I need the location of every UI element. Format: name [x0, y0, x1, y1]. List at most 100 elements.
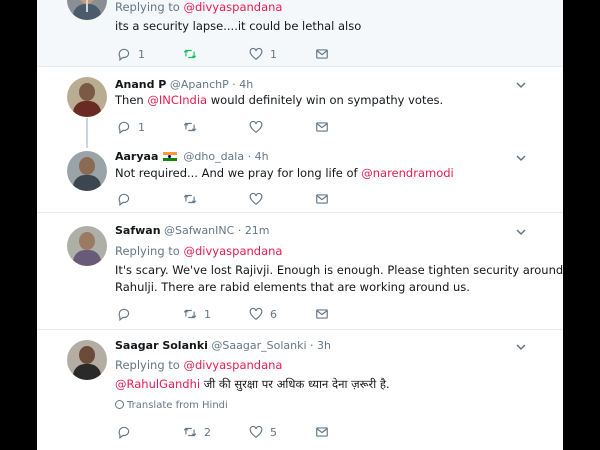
- direct-message-button[interactable]: [315, 119, 329, 135]
- like-button[interactable]: [249, 191, 263, 207]
- heart-icon: [249, 47, 263, 60]
- like-button[interactable]: [249, 119, 270, 135]
- heart-icon: [249, 307, 263, 320]
- heart-icon: [249, 120, 263, 133]
- envelope-icon: [316, 194, 328, 204]
- tweet-text: Then @INCIndia would definitely win on s…: [115, 93, 444, 107]
- heart-icon: [249, 425, 263, 438]
- tweet-reply[interactable]: Saagar Solanki @Saagar_Solanki · 3h Repl…: [37, 330, 563, 450]
- reply-button[interactable]: 1: [117, 119, 145, 135]
- retweet-button[interactable]: 2: [183, 424, 211, 440]
- tweet-reply[interactable]: Replying to @divyaspandana its a securit…: [37, 0, 563, 66]
- replying-to: Replying to @divyaspandana: [115, 244, 283, 258]
- replying-to: Replying to @divyaspandana: [115, 0, 283, 14]
- reply-icon: [118, 121, 130, 134]
- reply-icon: [118, 308, 130, 321]
- tweet-reply[interactable]: Safwan @SafwanINC · 21m Replying to @div…: [37, 213, 563, 329]
- reply-icon: [118, 48, 130, 61]
- avatar[interactable]: [67, 340, 107, 380]
- retweet-icon: [183, 427, 197, 437]
- like-count: 1: [270, 47, 277, 61]
- reply-icon: [118, 426, 130, 439]
- tweet-header: Saagar Solanki @Saagar_Solanki · 3h: [115, 339, 332, 352]
- chevron-down-icon[interactable]: [515, 152, 527, 164]
- chevron-down-icon[interactable]: [515, 226, 527, 238]
- tweet-reply[interactable]: Aaryaa @dho_dala · 4h Not required... An…: [37, 146, 563, 212]
- like-count: 5: [270, 425, 277, 439]
- mention-link[interactable]: @narendramodi: [361, 166, 453, 180]
- heart-icon: [249, 192, 263, 205]
- envelope-icon: [316, 427, 328, 437]
- reply-timeline: Replying to @divyaspandana its a securit…: [37, 0, 563, 450]
- direct-message-button[interactable]: [315, 424, 329, 440]
- direct-message-button[interactable]: [315, 191, 329, 207]
- user-handle[interactable]: @dho_dala: [183, 150, 244, 163]
- tweet-header: Anand P @ApanchP · 4h: [115, 78, 254, 91]
- tweet-actions: 2 5: [117, 424, 417, 440]
- envelope-icon: [316, 309, 328, 319]
- reply-count: 1: [138, 47, 145, 61]
- like-count: 6: [270, 307, 277, 321]
- envelope-icon: [316, 49, 328, 59]
- tweet-reply[interactable]: Anand P @ApanchP · 4h Then @INCIndia wou…: [37, 67, 563, 146]
- retweet-button[interactable]: [183, 119, 204, 135]
- tweet-time[interactable]: 4h: [239, 78, 253, 91]
- tweet-actions: [117, 191, 417, 207]
- user-name[interactable]: Aaryaa: [115, 150, 158, 163]
- direct-message-button[interactable]: [315, 46, 329, 62]
- tweet-header: Safwan @SafwanINC · 21m: [115, 224, 270, 237]
- retweet-button[interactable]: [183, 46, 204, 62]
- like-button[interactable]: 1: [249, 46, 277, 62]
- user-handle[interactable]: @Saagar_Solanki: [211, 339, 306, 352]
- replying-to: Replying to @divyaspandana: [115, 358, 283, 372]
- envelope-icon: [316, 122, 328, 132]
- india-flag-icon: [162, 152, 177, 161]
- user-name[interactable]: Safwan: [115, 224, 161, 237]
- tweet-actions: 1 6: [117, 306, 417, 322]
- reply-button[interactable]: [117, 191, 131, 207]
- retweet-icon: [183, 122, 197, 132]
- tweet-actions: 1: [117, 119, 417, 135]
- replying-to-link[interactable]: @divyaspandana: [184, 0, 283, 14]
- thread-connector: [86, 0, 88, 12]
- replying-to-link[interactable]: @divyaspandana: [184, 358, 283, 372]
- mention-link[interactable]: @INCIndia: [147, 93, 207, 107]
- avatar[interactable]: [67, 226, 107, 266]
- retweet-icon: [183, 309, 197, 319]
- like-button[interactable]: 5: [249, 424, 277, 440]
- avatar[interactable]: [67, 77, 107, 117]
- replying-to-link[interactable]: @divyaspandana: [184, 244, 283, 258]
- globe-icon: [115, 400, 124, 409]
- retweet-icon: [183, 194, 197, 204]
- reply-icon: [118, 193, 130, 206]
- tweet-time[interactable]: 3h: [317, 339, 331, 352]
- direct-message-button[interactable]: [315, 306, 329, 322]
- tweet-text: It's scary. We've lost Rajivji. Enough i…: [115, 263, 563, 294]
- retweet-count: 2: [204, 425, 211, 439]
- user-name[interactable]: Saagar Solanki: [115, 339, 208, 352]
- tweet-actions: 1 1: [117, 46, 417, 62]
- chevron-down-icon[interactable]: [515, 341, 527, 353]
- like-button[interactable]: 6: [249, 306, 277, 322]
- reply-count: 1: [138, 120, 145, 134]
- reply-button[interactable]: [117, 306, 131, 322]
- tweet-header: Aaryaa @dho_dala · 4h: [115, 150, 269, 163]
- tweet-time[interactable]: 21m: [245, 224, 270, 237]
- tweet-time[interactable]: 4h: [255, 150, 269, 163]
- chevron-down-icon[interactable]: [515, 79, 527, 91]
- tweet-text: its a security lapse....it could be leth…: [115, 19, 362, 33]
- screenshot-frame: Replying to @divyaspandana its a securit…: [0, 0, 600, 450]
- retweet-button[interactable]: 1: [183, 306, 211, 322]
- user-handle[interactable]: @SafwanINC: [164, 224, 234, 237]
- tweet-text: @RahulGandhi जी की सुरक्षा पर अधिक ध्यान…: [115, 377, 390, 391]
- reply-button[interactable]: 1: [117, 46, 145, 62]
- reply-button[interactable]: [117, 424, 131, 440]
- translate-link[interactable]: Translate from Hindi: [115, 400, 228, 411]
- user-name[interactable]: Anand P: [115, 78, 166, 91]
- avatar[interactable]: [67, 151, 107, 191]
- mention-link[interactable]: @RahulGandhi: [115, 377, 200, 391]
- retweet-icon: [183, 49, 197, 59]
- retweet-button[interactable]: [183, 191, 197, 207]
- retweet-count: 1: [204, 307, 211, 321]
- user-handle[interactable]: @ApanchP: [170, 78, 229, 91]
